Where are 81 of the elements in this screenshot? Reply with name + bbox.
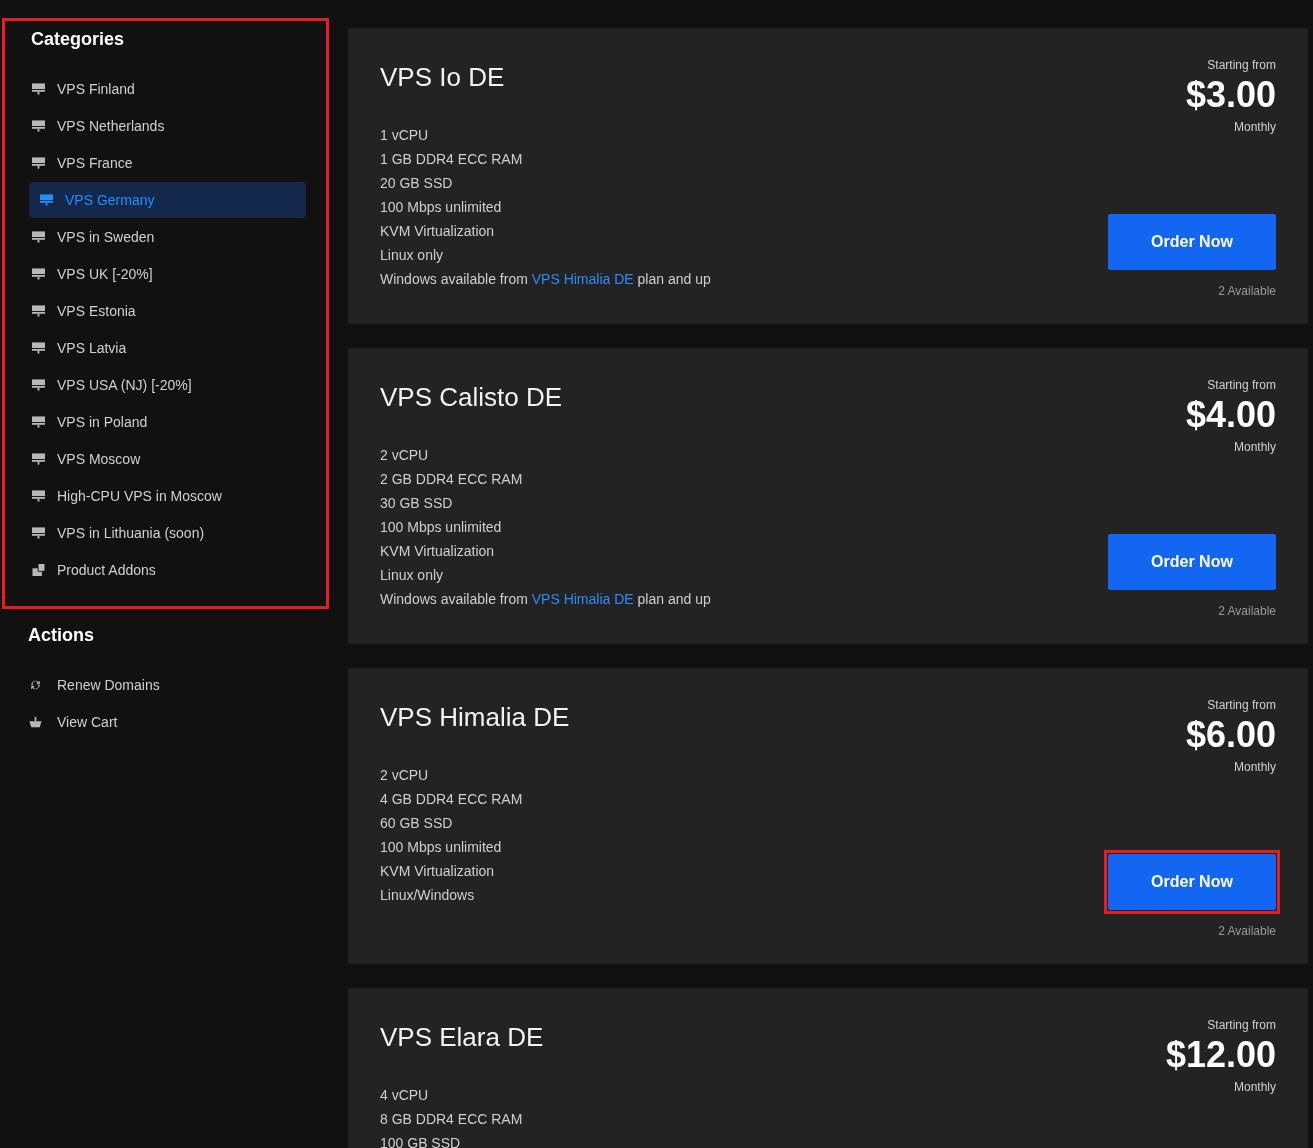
- feature-text: 60 GB SSD: [380, 814, 454, 833]
- feature-text: 4 GB DDR4 ECC RAM: [380, 790, 524, 809]
- server-icon: [32, 415, 45, 428]
- server-icon: [32, 378, 45, 391]
- feature-text: KVM Virtualization: [380, 542, 496, 561]
- server-icon: [40, 194, 53, 206]
- price-caption: Starting from: [1207, 1018, 1276, 1032]
- category-item[interactable]: Product Addons: [29, 551, 306, 588]
- addons-icon: [32, 563, 45, 576]
- section-title: Actions: [28, 625, 95, 646]
- feature-text: 100 GB SSD: [380, 1134, 462, 1148]
- feature-text: 30 GB SSD: [380, 494, 454, 513]
- order-button[interactable]: Order Now: [1108, 854, 1276, 910]
- feature-text: 20 GB SSD: [380, 174, 454, 193]
- category-item[interactable]: VPS Finland: [29, 70, 306, 107]
- plan-link[interactable]: VPS Himalia DE: [531, 591, 634, 607]
- plan-link[interactable]: VPS Himalia DE: [531, 271, 634, 287]
- sync-icon: [29, 678, 42, 691]
- price: $3.00: [1185, 74, 1276, 116]
- feature-text: 100 Mbps unlimited: [380, 198, 503, 217]
- feature-text: 1 vCPU: [380, 126, 430, 145]
- category-item[interactable]: VPS Latvia: [29, 329, 306, 366]
- category-item[interactable]: High-CPU VPS in Moscow: [29, 477, 306, 514]
- server-icon: [32, 304, 45, 317]
- price-caption: Starting from: [1207, 378, 1276, 392]
- availability-text: 2 Available: [1218, 604, 1276, 618]
- price-caption: Starting from: [1207, 58, 1276, 72]
- feature-text: Linux/Windows: [380, 886, 476, 905]
- price: $4.00: [1185, 394, 1276, 436]
- server-icon: [32, 119, 45, 132]
- feature-text: Linux only: [380, 246, 445, 265]
- feature-text: 100 Mbps unlimited: [380, 518, 503, 537]
- price: $12.00: [1165, 1034, 1276, 1076]
- action-item[interactable]: View Cart: [26, 703, 310, 740]
- billing-cycle: Monthly: [1233, 120, 1276, 134]
- server-icon: [32, 267, 45, 280]
- basket-icon: [29, 715, 42, 728]
- feature-text: 2 GB DDR4 ECC RAM: [380, 470, 524, 489]
- price-caption: Starting from: [1207, 698, 1276, 712]
- product-name: VPS Calisto DE: [380, 382, 564, 413]
- windows-note: Windows available from VPS Himalia DE plan and up: [380, 270, 711, 289]
- feature-text: KVM Virtualization: [380, 222, 496, 241]
- category-item[interactable]: VPS in Poland: [29, 403, 306, 440]
- feature-text: 4 vCPU: [380, 1086, 430, 1105]
- billing-cycle: Monthly: [1233, 1080, 1276, 1094]
- feature-text: 8 GB DDR4 ECC RAM: [380, 1110, 524, 1129]
- feature-text: 2 vCPU: [380, 446, 430, 465]
- server-icon: [32, 82, 45, 95]
- server-icon: [32, 230, 45, 243]
- section-title: Categories: [31, 29, 126, 50]
- price: $6.00: [1185, 714, 1276, 756]
- order-button[interactable]: Order Now: [1108, 214, 1276, 270]
- billing-cycle: Monthly: [1233, 760, 1276, 774]
- category-item[interactable]: VPS Netherlands: [29, 107, 306, 144]
- category-item[interactable]: VPS France: [29, 144, 306, 181]
- feature-text: 100 Mbps unlimited: [380, 838, 503, 857]
- action-item[interactable]: Renew Domains: [26, 666, 310, 703]
- category-item[interactable]: VPS in Sweden: [29, 218, 306, 255]
- category-item[interactable]: VPS Germany: [29, 182, 306, 218]
- availability-text: 2 Available: [1218, 924, 1276, 938]
- server-icon: [32, 526, 45, 539]
- feature-text: 1 GB DDR4 ECC RAM: [380, 150, 524, 169]
- category-item[interactable]: VPS UK [-20%]: [29, 255, 306, 292]
- category-item[interactable]: VPS USA (NJ) [-20%]: [29, 366, 306, 403]
- category-item[interactable]: VPS Moscow: [29, 440, 306, 477]
- feature-text: KVM Virtualization: [380, 862, 496, 881]
- product-name: VPS Himalia DE: [380, 702, 570, 733]
- product-name: VPS Io DE: [380, 62, 506, 93]
- feature-text: 2 vCPU: [380, 766, 430, 785]
- category-item[interactable]: VPS in Lithuania (soon): [29, 514, 306, 551]
- category-item[interactable]: VPS Estonia: [29, 292, 306, 329]
- server-icon: [32, 156, 45, 169]
- server-icon: [32, 489, 45, 502]
- order-button[interactable]: Order Now: [1108, 534, 1276, 590]
- server-icon: [32, 341, 45, 354]
- product-name: VPS Elara DE: [380, 1022, 544, 1053]
- availability-text: 2 Available: [1218, 284, 1276, 298]
- server-icon: [32, 452, 45, 465]
- billing-cycle: Monthly: [1233, 440, 1276, 454]
- windows-note: Windows available from VPS Himalia DE plan and up: [380, 590, 711, 609]
- feature-text: Linux only: [380, 566, 445, 585]
